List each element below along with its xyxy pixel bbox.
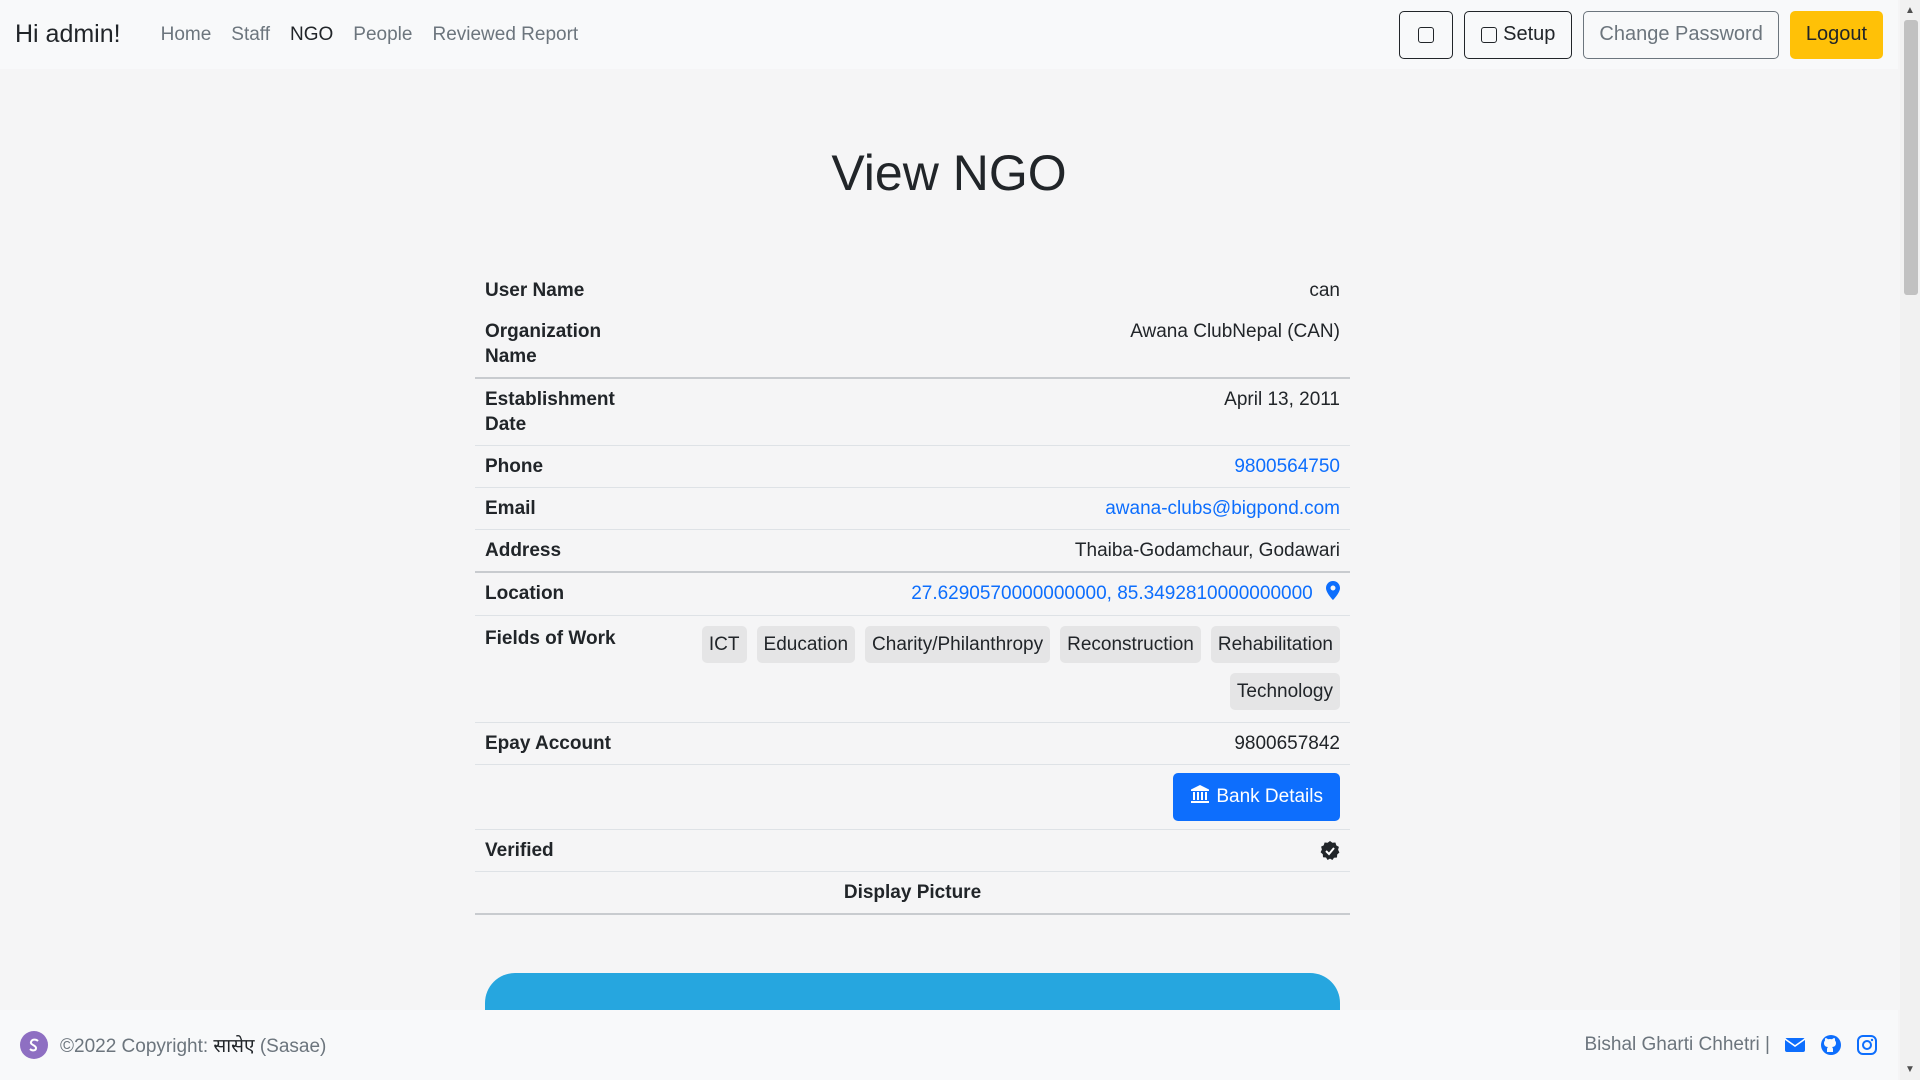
row-verified: Verified <box>475 830 1350 872</box>
brand-native[interactable]: सासेए <box>213 1036 254 1057</box>
establishment-label: Establishment Date <box>485 389 615 435</box>
nav-ngo[interactable]: NGO <box>280 24 343 46</box>
organization-value: Awana ClubNepal (CAN) <box>1130 321 1340 342</box>
display-picture-label: Display Picture <box>843 882 982 903</box>
vertical-scrollbar[interactable]: ▲ ▼ <box>1900 0 1920 1080</box>
row-epay: Epay Account 9800657842 <box>475 723 1350 765</box>
theme-toggle-button[interactable] <box>1399 10 1454 59</box>
establishment-value: April 13, 2011 <box>1224 389 1340 410</box>
verified-label: Verified <box>485 840 554 861</box>
row-phone: Phone 9800564750 <box>475 446 1350 488</box>
page-title: View NGO <box>831 145 1067 201</box>
organization-label: Organization Name <box>485 321 602 367</box>
setup-label: Setup <box>1503 23 1556 45</box>
field-badge: Technology <box>1229 673 1340 710</box>
map-pin-icon[interactable] <box>1326 581 1340 607</box>
footer-right: Bishal Gharti Chhetri | <box>1584 1034 1878 1056</box>
nav-links: Home Staff NGO People Reviewed Report <box>151 24 589 46</box>
display-picture-image <box>485 973 1340 1013</box>
location-link[interactable]: 27.6290570000000000, 85.3492810000000000 <box>911 583 1313 604</box>
row-organization: Organization Name Awana ClubNepal (CAN) <box>475 311 1350 379</box>
address-label: Address <box>485 540 562 561</box>
phone-label: Phone <box>485 456 544 477</box>
sasae-logo-icon <box>20 1031 48 1059</box>
address-value: Thaiba-Godamchaur, Godawari <box>1074 540 1340 561</box>
copyright-prefix: ©2022 Copyright: <box>60 1036 214 1057</box>
email-label: Email <box>485 498 536 519</box>
row-username: User Name can <box>475 270 1350 311</box>
scroll-up-icon[interactable]: ▲ <box>1900 2 1920 19</box>
navbar: Hi admin! Home Staff NGO People Reviewed… <box>0 0 1898 69</box>
setup-button[interactable]: Setup <box>1464 10 1573 59</box>
scroll-down-icon[interactable]: ▼ <box>1900 1061 1920 1078</box>
ngo-detail-table: User Name can Organization Name Awana Cl… <box>475 270 1350 915</box>
github-icon[interactable] <box>1820 1034 1842 1056</box>
verified-badge-icon <box>1320 840 1340 861</box>
fields-badges: ICT Education Charity/Philanthropy Recon… <box>685 626 1340 710</box>
phone-link[interactable]: 9800564750 <box>1234 456 1340 477</box>
nav-reviewed-report[interactable]: Reviewed Report <box>422 24 588 46</box>
checkbox-icon <box>1418 26 1435 43</box>
bank-details-button[interactable]: Bank Details <box>1173 773 1340 821</box>
field-badge: Rehabilitation <box>1210 626 1340 663</box>
bank-details-label: Bank Details <box>1216 786 1323 807</box>
nav-home[interactable]: Home <box>151 24 222 46</box>
username-value: can <box>1309 280 1340 301</box>
epay-value: 9800657842 <box>1234 733 1340 754</box>
logout-button[interactable]: Logout <box>1789 10 1883 59</box>
row-display-picture: Display Picture <box>475 872 1350 915</box>
checkbox-icon <box>1481 26 1498 43</box>
row-fields-of-work: Fields of Work ICT Education Charity/Phi… <box>475 616 1350 723</box>
row-establishment: Establishment Date April 13, 2011 <box>475 379 1350 446</box>
field-badge: Education <box>756 626 856 663</box>
mail-icon[interactable] <box>1784 1036 1806 1054</box>
copyright-text: ©2022 Copyright: सासेए (Sasae) <box>60 1032 326 1058</box>
bank-icon <box>1190 784 1210 810</box>
navbar-brand[interactable]: Hi admin! <box>15 20 121 49</box>
username-label: User Name <box>485 280 585 301</box>
epay-label: Epay Account <box>485 733 611 754</box>
field-badge: Charity/Philanthropy <box>865 626 1051 663</box>
row-email: Email awana-clubs@bigpond.com <box>475 488 1350 530</box>
nav-actions: Setup Change Password Logout <box>1399 10 1883 59</box>
brand-latin: (Sasae) <box>254 1036 327 1057</box>
nav-people[interactable]: People <box>343 24 422 46</box>
row-address: Address Thaiba-Godamchaur, Godawari <box>475 530 1350 573</box>
field-badge: Reconstruction <box>1060 626 1201 663</box>
location-label: Location <box>485 583 565 604</box>
change-password-button[interactable]: Change Password <box>1583 10 1779 59</box>
footer: ©2022 Copyright: सासेए (Sasae) Bishal Gh… <box>0 1010 1898 1080</box>
field-badge: ICT <box>701 626 747 663</box>
row-location: Location 27.6290570000000000, 85.3492810… <box>475 573 1350 616</box>
scroll-thumb[interactable] <box>1904 20 1918 295</box>
email-link[interactable]: awana-clubs@bigpond.com <box>1105 498 1340 519</box>
row-bank: Bank Details <box>475 765 1350 830</box>
nav-staff[interactable]: Staff <box>221 24 280 46</box>
author-name: Bishal Gharti Chhetri | <box>1584 1034 1770 1055</box>
instagram-icon[interactable] <box>1856 1034 1878 1056</box>
fields-label: Fields of Work <box>485 628 616 649</box>
